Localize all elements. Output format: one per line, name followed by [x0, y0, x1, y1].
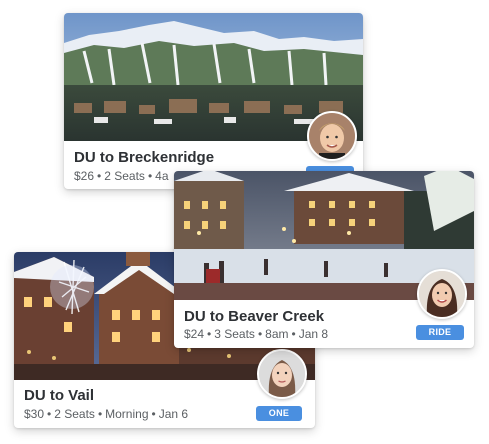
ride-details: $30 • 2 Seats • Morning • Jan 6 — [24, 407, 188, 421]
ride-details: $24 • 3 Seats • 8am • Jan 8 — [184, 327, 328, 341]
separator-dot: • — [207, 327, 212, 341]
driver-avatar-male[interactable] — [307, 111, 357, 161]
ride-time: Morning — [105, 407, 149, 421]
ride-seats: 2 Seats — [104, 169, 145, 183]
ride-price: $24 — [184, 327, 205, 341]
ride-date: Jan 6 — [158, 407, 189, 421]
ride-time: 4a — [155, 169, 169, 183]
ride-price: $26 — [74, 169, 95, 183]
ride-title: DU to Beaver Creek — [184, 308, 325, 325]
separator-dot: • — [291, 327, 296, 341]
ride-price: $30 — [24, 407, 45, 421]
separator-dot: • — [97, 169, 102, 183]
separator-dot: • — [147, 169, 153, 183]
ride-seats: 2 Seats — [54, 407, 95, 421]
ride-details: $26 • 2 Seats • 4a — [74, 169, 169, 183]
driver-avatar-female[interactable] — [257, 349, 307, 399]
ride-title: DU to Breckenridge — [74, 149, 215, 166]
ride-title: DU to Vail — [24, 387, 95, 404]
ride-time: 8am — [265, 327, 289, 341]
ride-card-beaver-creek[interactable]: DU to Beaver Creek $24 • 3 Seats • 8am • Jan 8… — [174, 171, 474, 348]
ride-date: Jan 8 — [298, 327, 329, 341]
separator-dot: • — [151, 407, 156, 421]
driver-avatar-female[interactable] — [417, 269, 467, 319]
ride-type-badge: RIDE — [416, 325, 464, 340]
ride-seats: 3 Seats — [214, 327, 255, 341]
separator-dot: • — [97, 407, 103, 421]
separator-dot: • — [47, 407, 52, 421]
separator-dot: • — [257, 327, 263, 341]
ride-card-breckenridge[interactable]: DU to Breckenridge $26 • 2 Seats • 4a — [64, 13, 363, 189]
ride-type-badge: ONE WAY — [256, 406, 302, 428]
